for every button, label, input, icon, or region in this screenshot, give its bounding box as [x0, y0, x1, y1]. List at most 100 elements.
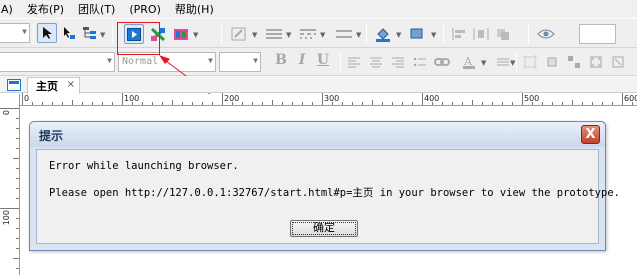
crop-icon: [547, 57, 557, 67]
ruler-tick: [452, 102, 453, 105]
rotate-button[interactable]: [608, 52, 628, 72]
align-left-button[interactable]: [344, 52, 364, 72]
align-center-button[interactable]: [366, 52, 386, 72]
ruler-tick: [16, 118, 19, 119]
visibility-button[interactable]: [536, 24, 556, 44]
opacity-field[interactable]: [579, 24, 616, 44]
frame-icon: [523, 55, 537, 69]
chevron-down-icon[interactable]: ▼: [252, 31, 257, 39]
shadow-button[interactable]: [408, 24, 428, 44]
ruler-tick: [172, 100, 173, 105]
ruler-tick: [402, 102, 403, 105]
order-icon: [497, 29, 509, 40]
border-button[interactable]: [229, 24, 249, 44]
toolbar-separator: [33, 24, 34, 44]
chevron-down-icon[interactable]: ▼: [396, 31, 401, 39]
sitemap-icon[interactable]: [7, 79, 21, 91]
chevron-down-icon[interactable]: ▼: [356, 31, 361, 39]
fit-icon: [590, 56, 602, 68]
chevron-down-icon[interactable]: ▼: [100, 31, 105, 39]
line-dash-button[interactable]: [298, 24, 318, 44]
chevron-down-icon[interactable]: ▼: [481, 59, 486, 67]
text-lines-icon: [497, 58, 509, 66]
select-tool-button[interactable]: [37, 23, 57, 43]
font-color-icon: A: [463, 55, 475, 69]
connect-tool-button[interactable]: [59, 23, 79, 43]
align-icon: [452, 28, 465, 40]
distribute-button[interactable]: [471, 24, 491, 44]
hierarchy-tool-button[interactable]: [80, 23, 100, 43]
bullet-list-button[interactable]: [410, 52, 430, 72]
link-button[interactable]: [432, 52, 452, 72]
font-size-select[interactable]: ▼: [219, 52, 261, 72]
font-color-button[interactable]: A: [459, 52, 479, 72]
tab-home[interactable]: 主页 ×: [27, 77, 80, 94]
ruler-label: 100: [124, 94, 140, 103]
ruler-tick: [0, 108, 19, 109]
ruler-tick: [622, 93, 623, 105]
ruler-tick: [272, 100, 273, 105]
menu-view[interactable]: A): [0, 3, 20, 16]
frame-button[interactable]: [520, 52, 540, 72]
publish-button[interactable]: [171, 24, 191, 44]
connector-pointer-icon: [64, 27, 75, 39]
horizontal-ruler: 0 100 200 300 400 500 600: [20, 93, 637, 106]
ruler-tick: [16, 268, 19, 269]
ruler-tick: [542, 102, 543, 105]
dialog-titlebar[interactable]: 提示 X: [30, 122, 605, 147]
zoom-combo[interactable]: ▼: [0, 23, 30, 43]
ruler-tick: [202, 102, 203, 105]
ruler-tick: [522, 93, 523, 105]
ruler-tick: [502, 102, 503, 105]
ruler-tick: [212, 102, 213, 105]
close-button[interactable]: X: [581, 125, 600, 144]
fill-color-button[interactable]: [373, 24, 393, 44]
paint-bucket-icon: [376, 27, 390, 42]
ruler-tick: [382, 102, 383, 105]
chevron-down-icon[interactable]: ▼: [510, 59, 515, 67]
ruler-tick: [342, 102, 343, 105]
ruler-tick: [462, 102, 463, 105]
ruler-tick: [16, 178, 19, 179]
ruler-tick: [562, 102, 563, 105]
ruler-tick: [142, 102, 143, 105]
chevron-down-icon[interactable]: ▼: [286, 31, 291, 39]
align-button[interactable]: [449, 24, 469, 44]
chevron-down-icon[interactable]: ▼: [431, 31, 436, 39]
ok-button[interactable]: 确定: [290, 220, 358, 237]
toolbar-separator: [528, 24, 529, 44]
font-family-select[interactable]: ▼: [0, 52, 115, 72]
ruler-tick: [16, 128, 19, 129]
menu-help[interactable]: 帮助(H): [168, 1, 221, 17]
chevron-down-icon[interactable]: ▼: [320, 31, 325, 39]
arrow-style-icon: [336, 30, 352, 38]
bold-button[interactable]: B: [272, 52, 290, 68]
fit-button[interactable]: [586, 52, 606, 72]
menu-pro[interactable]: (PRO): [122, 3, 168, 16]
align-right-button[interactable]: [388, 52, 408, 72]
crop-button[interactable]: [542, 52, 562, 72]
line-style-button[interactable]: [264, 24, 284, 44]
menu-team[interactable]: 团队(T): [71, 1, 122, 17]
dash-icon: [300, 29, 316, 39]
ruler-label: 200: [224, 94, 240, 103]
chevron-down-icon[interactable]: ▼: [193, 31, 198, 39]
bullet-list-icon: [413, 57, 426, 67]
ruler-tick: [42, 102, 43, 105]
ruler-tick: [16, 198, 19, 199]
underline-button[interactable]: U: [314, 52, 332, 68]
ruler-tick: [282, 102, 283, 105]
order-button[interactable]: [493, 24, 513, 44]
italic-button[interactable]: I: [293, 52, 311, 68]
menu-publish[interactable]: 发布(P): [20, 1, 71, 17]
hierarchy-icon: [83, 27, 96, 39]
arrow-style-button[interactable]: [334, 24, 354, 44]
ruler-tick: [492, 102, 493, 105]
ruler-label: 100: [2, 210, 11, 226]
ruler-tick: [13, 258, 19, 259]
ruler-label: 0: [2, 110, 11, 116]
close-icon[interactable]: ×: [67, 79, 75, 90]
close-icon: X: [585, 127, 596, 142]
split-button[interactable]: [564, 52, 584, 72]
ruler-tick: [352, 102, 353, 105]
